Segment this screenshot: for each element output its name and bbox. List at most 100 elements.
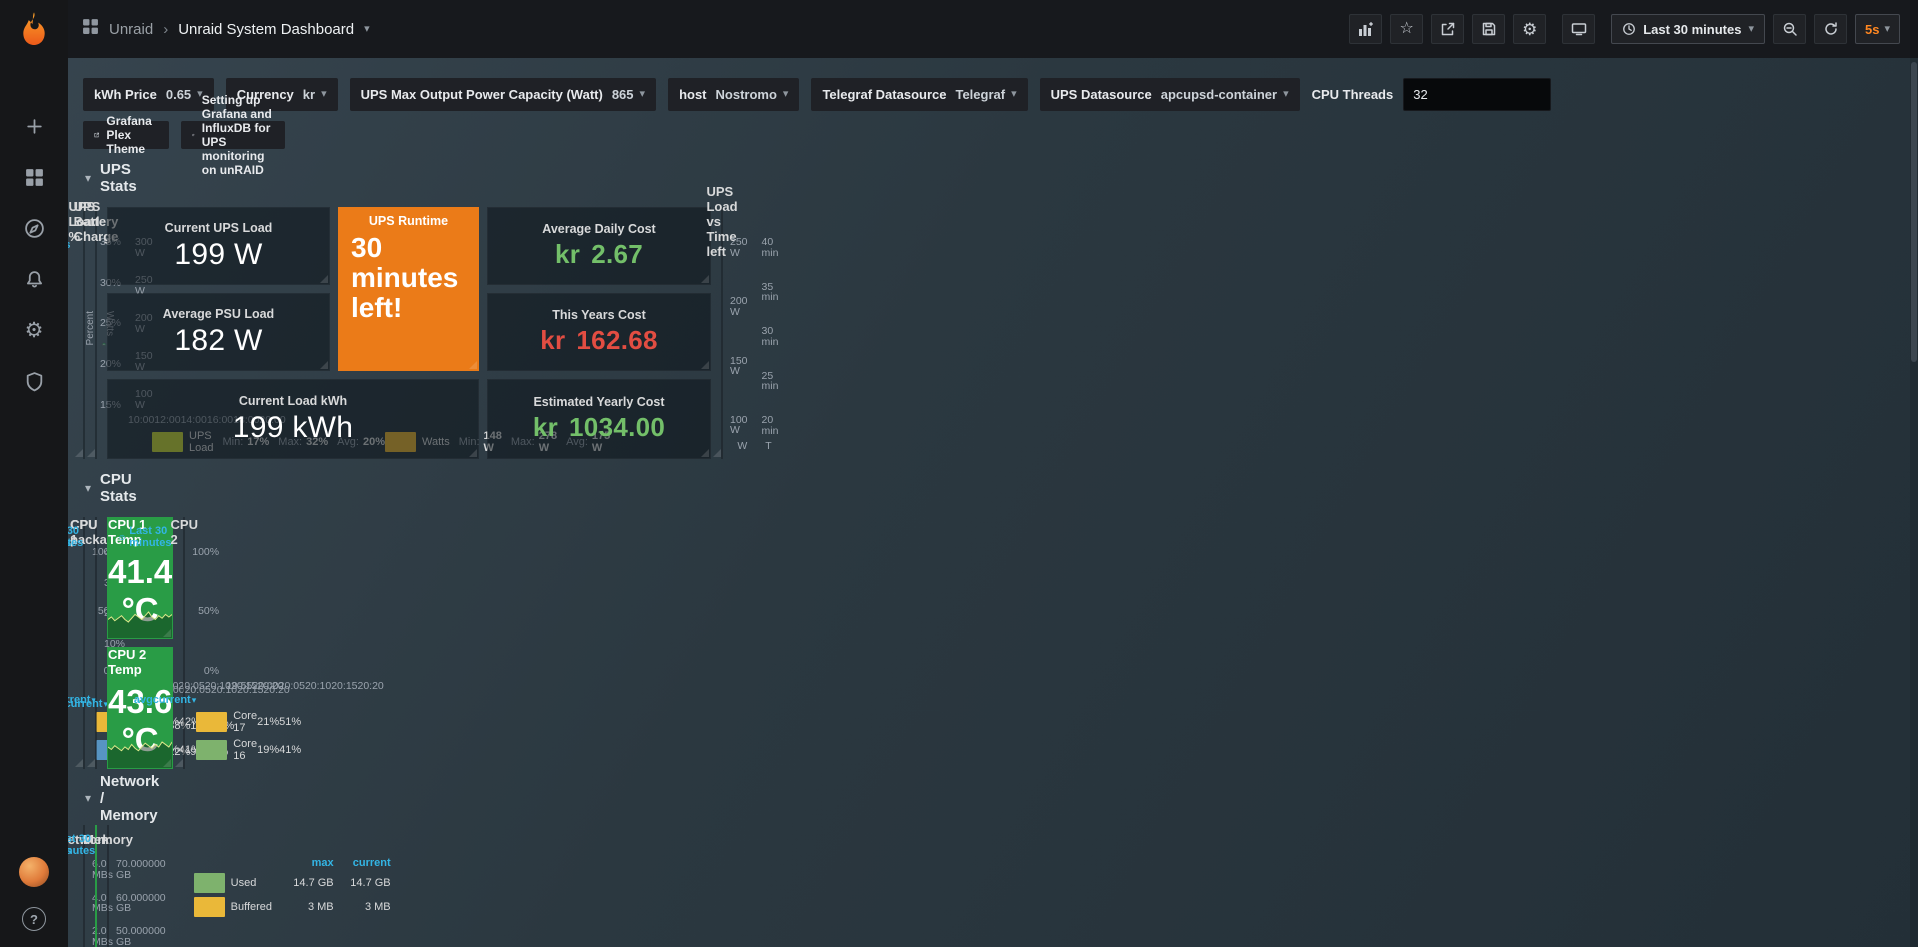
link-ups-monitoring-guide[interactable]: Setting up Grafana and InfluxDB for UPS … <box>181 121 285 149</box>
stat-value: kr162.68 <box>540 325 658 356</box>
scrollbar-thumb[interactable] <box>1911 62 1917 362</box>
caret-down-icon: ▾ <box>1283 89 1289 100</box>
help-button[interactable]: ? <box>22 907 46 931</box>
axis-tick-label: 20:15 <box>331 680 357 692</box>
sidebar: ⚙ ? <box>0 0 68 947</box>
external-link-icon <box>192 129 194 141</box>
legend: maxcurrent Used14.7 GB14.7 GB Buffered3 … <box>190 855 395 917</box>
star-dashboard-button[interactable]: ☆ <box>1390 14 1423 44</box>
stat-value: 30 minutes left! <box>343 233 474 324</box>
time-override-badge: Last 30 minutes <box>119 525 176 549</box>
axis-tick-label: 30 min <box>762 326 779 347</box>
save-dashboard-button[interactable] <box>1472 14 1505 44</box>
variable-telegraf-datasource[interactable]: Telegraf DatasourceTelegraf▾ <box>811 78 1027 111</box>
panel-ups-load: UPS Load % Last 12 hours Percent Watts 3… <box>83 207 85 459</box>
refresh-interval-picker[interactable]: 5s ▾ <box>1855 14 1900 44</box>
variable-kwh-price[interactable]: kWh Price0.65▾ <box>83 78 214 111</box>
axis-tick-label: 50.000000 GB <box>116 926 166 947</box>
link-grafana-plex-theme[interactable]: Grafana Plex Theme <box>83 121 169 149</box>
caret-down-icon: ▾ <box>1884 24 1890 35</box>
cpu-threads-input[interactable] <box>1403 78 1551 111</box>
memory-chart[interactable]: 70.000000 GB60.000000 GB50.000000 GB <box>116 859 180 947</box>
compass-icon <box>24 218 45 239</box>
star-icon: ☆ <box>1400 21 1414 37</box>
panel-title[interactable]: Current UPS Load <box>165 221 273 235</box>
grafana-logo[interactable] <box>0 0 68 58</box>
panel-title[interactable]: This Years Cost <box>552 308 646 322</box>
legend-row: Buffered3 MB3 MB <box>194 897 391 917</box>
axis-tick-label: 35 min <box>762 282 779 303</box>
axis-tick-label: 100 W <box>730 415 748 436</box>
panel-title[interactable]: Average PSU Load <box>163 307 274 321</box>
panel-ups-runtime: UPS Runtime 30 minutes left! <box>338 207 479 371</box>
sidebar-item-explore[interactable] <box>18 216 50 240</box>
panel-memory: Memory Last 30 minutes 70.000000 GB60.00… <box>107 825 109 947</box>
refresh-button[interactable] <box>1814 14 1847 44</box>
panel-title[interactable]: Average Daily Cost <box>542 222 655 236</box>
sidebar-item-alerting[interactable] <box>18 267 50 291</box>
share-dashboard-button[interactable] <box>1431 14 1464 44</box>
battery-gauge-chart[interactable]: 05010020100% <box>102 237 106 452</box>
caret-down-icon: ▾ <box>783 89 789 100</box>
sidebar-item-dashboards[interactable] <box>18 165 50 189</box>
panel-title[interactable]: UPS Runtime <box>369 214 448 228</box>
breadcrumb-app[interactable]: Unraid <box>109 21 153 38</box>
external-link-icon <box>94 129 99 141</box>
stat-value: kr1034.00 <box>533 412 665 443</box>
cycle-view-mode-button[interactable] <box>1562 14 1595 44</box>
sidebar-item-create[interactable] <box>18 114 50 138</box>
variable-ups-max-output[interactable]: UPS Max Output Power Capacity (Watt)865▾ <box>350 78 656 111</box>
axis-tick-label: 250 W <box>730 237 748 258</box>
panel-average-psu-load: Average PSU Load 182 W <box>107 293 330 371</box>
variable-host[interactable]: hostNostromo▾ <box>668 78 799 111</box>
stat-value: 182 W <box>174 324 262 358</box>
legend: avgcurrent▾ Core 1721%51% Core 1619%41% <box>192 692 200 762</box>
axis-tick-label: 19:55 <box>226 680 252 692</box>
breadcrumb-separator: › <box>163 21 168 38</box>
save-icon <box>1481 21 1497 37</box>
series-color-dash <box>196 740 227 760</box>
user-avatar[interactable] <box>19 857 49 887</box>
time-range-picker[interactable]: Last 30 minutes ▾ <box>1611 14 1765 44</box>
axis-tick-label: 100% <box>192 547 219 558</box>
section-title: CPU Stats <box>100 471 137 505</box>
panel-ups-load-vs-time-left: UPS Load vs Time left 250 W200 W150 W100… <box>721 207 723 459</box>
dashboard-settings-button[interactable]: ⚙ <box>1513 14 1546 44</box>
caret-down-icon[interactable]: ▾ <box>364 24 370 35</box>
panel-title[interactable]: CPU 2 Temp <box>108 647 172 677</box>
gear-icon: ⚙ <box>1522 21 1537 38</box>
series-color-dash <box>196 712 227 732</box>
chevron-down-icon: ▾ <box>85 791 91 805</box>
refresh-interval-label: 5s <box>1865 22 1879 37</box>
sidebar-item-configuration[interactable]: ⚙ <box>18 318 50 342</box>
breadcrumb-dashboard-title[interactable]: Unraid System Dashboard <box>178 21 354 38</box>
panel-ups-battery-charge: UPS Battery Charge 05010020100% <box>95 207 97 459</box>
variable-cpu-threads: CPU Threads <box>1312 78 1552 111</box>
monitor-icon <box>1571 21 1587 37</box>
dashboard: kWh Price0.65▾ Currencykr▾ UPS Max Outpu… <box>68 58 99 78</box>
clock-icon <box>119 532 125 543</box>
apps-grid-icon[interactable] <box>82 18 99 40</box>
axis-tick-label: 25 min <box>762 371 779 392</box>
caret-down-icon: ▾ <box>321 89 327 100</box>
navbar-actions: ☆ ⚙ Last 30 minutes ▾ 5s ▾ <box>1349 14 1900 44</box>
sidebar-item-server-admin[interactable] <box>18 369 50 393</box>
dashboards-icon <box>24 167 45 188</box>
page-scrollbar[interactable] <box>1910 0 1918 947</box>
panel-this-years-cost: This Years Cost kr162.68 <box>487 293 711 371</box>
bar-label: T <box>765 440 771 452</box>
section-title: UPS Stats <box>100 161 137 195</box>
panel-title[interactable]: Current Load kWh <box>239 394 347 408</box>
axis-tick-label: 20:20 <box>358 680 384 692</box>
series-color-dash <box>194 897 225 917</box>
caret-down-icon: ▾ <box>640 89 646 100</box>
bell-icon <box>24 269 45 290</box>
sort-caret-icon: ▾ <box>192 695 197 705</box>
axis-tick-label: 70.000000 GB <box>116 859 166 880</box>
main-area: Unraid › Unraid System Dashboard ▾ ☆ ⚙ L… <box>68 0 1918 947</box>
add-panel-button[interactable] <box>1349 14 1382 44</box>
variable-ups-datasource[interactable]: UPS Datasourceapcupsd-container▾ <box>1040 78 1300 111</box>
panel-title[interactable]: Estimated Yearly Cost <box>533 395 664 409</box>
zoom-out-button[interactable] <box>1773 14 1806 44</box>
panel-estimated-yearly-cost: Estimated Yearly Cost kr1034.00 <box>487 379 711 459</box>
